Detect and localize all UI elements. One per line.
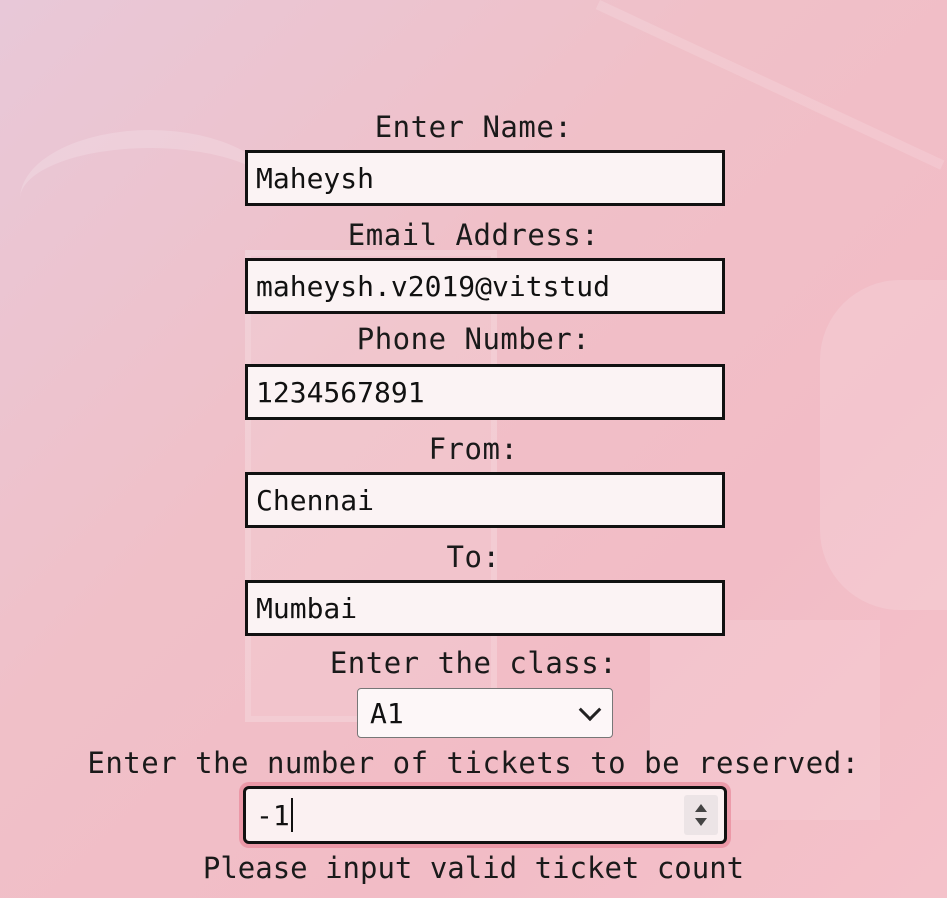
- tickets-value: -1: [256, 798, 290, 832]
- class-select-value: A1: [370, 696, 404, 730]
- chevron-down-icon: [578, 698, 602, 722]
- spin-down-icon[interactable]: [695, 818, 707, 826]
- from-label: From:: [428, 432, 519, 466]
- to-label: To:: [446, 540, 501, 574]
- email-field[interactable]: maheysh.v2019@vitstud: [245, 258, 725, 314]
- to-field[interactable]: Mumbai: [245, 580, 725, 636]
- text-caret: [290, 798, 293, 832]
- email-label: Email Address:: [347, 218, 600, 252]
- spin-up-icon[interactable]: [695, 804, 707, 812]
- spinner-icon[interactable]: [684, 795, 718, 835]
- tickets-number-input[interactable]: -1: [243, 786, 727, 844]
- phone-label: Phone Number:: [356, 322, 591, 356]
- background-line: [595, 0, 945, 170]
- from-field[interactable]: Chennai: [245, 472, 725, 528]
- phone-field[interactable]: 1234567891: [245, 364, 725, 420]
- class-label: Enter the class:: [329, 646, 618, 680]
- class-select[interactable]: A1: [357, 688, 613, 738]
- name-field[interactable]: Maheysh: [245, 150, 725, 206]
- tickets-label: Enter the number of tickets to be reserv…: [87, 746, 860, 780]
- validation-message: Please input valid ticket count: [202, 851, 745, 885]
- name-label: Enter Name:: [374, 110, 573, 144]
